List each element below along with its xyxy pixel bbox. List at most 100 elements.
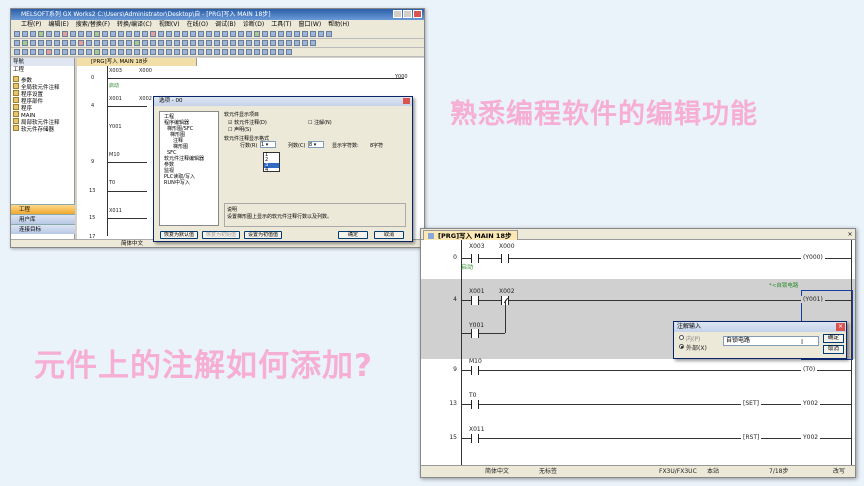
annotation-checkbox[interactable]: ☐ 注解(N) [308,119,332,126]
step-number: 9 [91,159,95,165]
contact-m10[interactable] [471,366,479,375]
menu-item[interactable]: 视图(V) [159,20,180,30]
toolbar-1 [11,30,424,39]
restore-default-button[interactable]: 恢复为默认值 [160,231,198,239]
cancel-button[interactable]: 取消 [823,345,844,354]
rows-value: 1 [261,142,265,148]
ladder-device: X003 [109,68,122,74]
description-title: 说明 [227,207,238,213]
rows-option[interactable]: 4 [264,168,279,173]
menu-item[interactable]: 在线(O) [187,20,208,30]
ok-button[interactable]: 确定 [823,334,844,343]
contact-label: Y001 [469,322,485,329]
font-label: 显示字符数: [332,143,359,149]
contact-x001[interactable] [471,296,479,305]
options-tree[interactable]: 工程 程序编辑器 梯形图/SFC 梯形图 注释 梯形图 SFC 软元件注释编辑器 参数 监视 PLC… [159,111,219,226]
contact-y001[interactable] [471,329,479,338]
cancel-button[interactable]: 取消 [374,231,404,239]
nav-buttons: 工程 用户库 连接目标 [11,204,75,234]
project-tree[interactable]: 参数 全局软元件注释 程序设置 程序部件 程序 MAIN 局部软元件注释 软元件存储器 [11,74,74,134]
rst-instruction[interactable]: [RST] [741,434,762,441]
radio-inner-label: 内(P) [686,336,701,343]
radio-external-label: 外部(X) [686,345,707,352]
annotation-input[interactable]: 自锁电路 I [723,336,819,346]
ladder-device: Y001 [109,124,122,130]
description-text: 设置梯形图上显示的软元件注释行数以及列数。 [227,214,333,220]
rows-select[interactable]: 1 ▾ [260,141,276,148]
statement-checkbox[interactable]: ☐ 声明(S) [228,126,251,133]
set-instruction[interactable]: [SET] [741,400,761,407]
annotation-value: 自锁电路 [726,337,751,344]
menu-item[interactable]: 工程(P) [21,20,41,30]
nav-button[interactable]: 连接目标 [11,224,75,234]
text-cursor-icon: I [801,338,804,346]
nav-button[interactable]: 用户库 [11,214,75,224]
ok-button[interactable]: 确定 [338,231,368,239]
contact-label: X000 [499,243,515,250]
menu-item[interactable]: 窗口(W) [299,20,322,30]
instruction-label: SET [745,400,757,407]
nav-subheader: 工程 [11,66,74,74]
close-icon[interactable] [413,10,422,18]
ladder-device: X001 [109,96,122,102]
radio-external[interactable] [679,344,684,349]
display-settings-group: 软元件显示项目 ☑ 软元件注释(D) ☐ 注解(N) ☐ 声明(S) 软元件注释… [224,111,406,203]
ladder-device: X000 [139,68,152,74]
menu-item[interactable]: 帮助(H) [328,20,349,30]
coil-y001[interactable]: (Y001) [801,296,825,303]
status-cpu: FX3U/FX3UC [659,468,697,475]
checkbox-label: 注解(N) [314,120,332,126]
project-tree-item[interactable]: 程序设置 [13,90,72,98]
cols-select[interactable]: 8 ▾ [308,141,324,148]
menu-item[interactable]: 调试(B) [215,20,236,30]
options-dialog-title: 选项 - 00 [154,97,412,106]
contact-label: X002 [499,288,515,295]
project-tree-item[interactable]: 参数 [13,76,72,84]
ladder-coil: Y000 [395,74,408,80]
rows-label: 行数(R) [240,143,258,149]
description-box: 说明 设置梯形图上显示的软元件注释行数以及列数。 [224,203,406,227]
menu-item[interactable]: 编辑(E) [48,20,68,30]
menu-item[interactable]: 工具(T) [271,20,291,30]
rows-dropdown-list[interactable]: 1234 [263,152,280,173]
project-tree-item[interactable]: MAIN [13,111,72,119]
ladder-tab-bar: [PRG]写入 MAIN 18步 × [421,229,855,240]
nav-header: 导航 [11,58,74,66]
contact-x000[interactable] [501,254,509,263]
ladder-tab[interactable]: [PRG]写入 MAIN 18步 [423,230,519,240]
coil-y000[interactable]: (Y000) [801,254,825,261]
set-initial-button[interactable]: 设置为初值值 [244,231,282,239]
device-comment-checkbox[interactable]: ☑ 软元件注释(D) [228,119,267,126]
project-tree-item[interactable]: 全局软元件注释 [13,83,72,91]
maximize-icon[interactable] [403,10,412,18]
menu-item[interactable]: 转换/编译(C) [117,20,152,30]
contact-t0[interactable] [471,400,479,409]
step-number: 0 [91,75,95,81]
step-number: 0 [453,254,457,261]
left-power-rail [461,240,462,466]
menu-item[interactable]: 诊断(D) [243,20,264,30]
project-tree-item[interactable]: 程序部件 [13,97,72,105]
close-icon[interactable]: × [846,231,854,238]
options-dialog: 选项 - 00 工程 程序编辑器 梯形图/SFC 梯形图 注释 梯形图 SFC 软元件注释编辑… [153,96,413,242]
ladder-tab[interactable]: [PRG]写入 MAIN 18步 [77,58,197,66]
status-label: 无标签 [539,468,558,475]
step-number: 13 [449,400,457,407]
ladder-comment: 启动 [109,83,120,89]
radio-inner[interactable] [679,335,684,340]
contact-x011[interactable] [471,434,479,443]
menu-item[interactable]: 搜索/替换(F) [76,20,110,30]
nav-button[interactable]: 工程 [11,204,75,214]
project-tree-item[interactable]: 软元件存储器 [13,125,72,133]
close-icon[interactable]: × [836,323,845,331]
close-icon[interactable] [403,98,410,104]
status-bar-2: 简体中文 无标签 FX3U/FX3UC 本站 7/18步 改写 [421,465,855,477]
options-tree-item[interactable]: RUN中写入 [162,180,216,186]
project-tree-item[interactable]: 程序 [13,104,72,112]
minimize-icon[interactable] [393,10,402,18]
status-language: 简体中文 [485,468,510,475]
project-tree-item[interactable]: 局部软元件注释 [13,118,72,126]
step-number: 4 [91,103,95,109]
coil-t0[interactable]: (T0) [801,366,818,373]
restore-initial-button[interactable]: 恢复为初始值 [202,231,240,239]
